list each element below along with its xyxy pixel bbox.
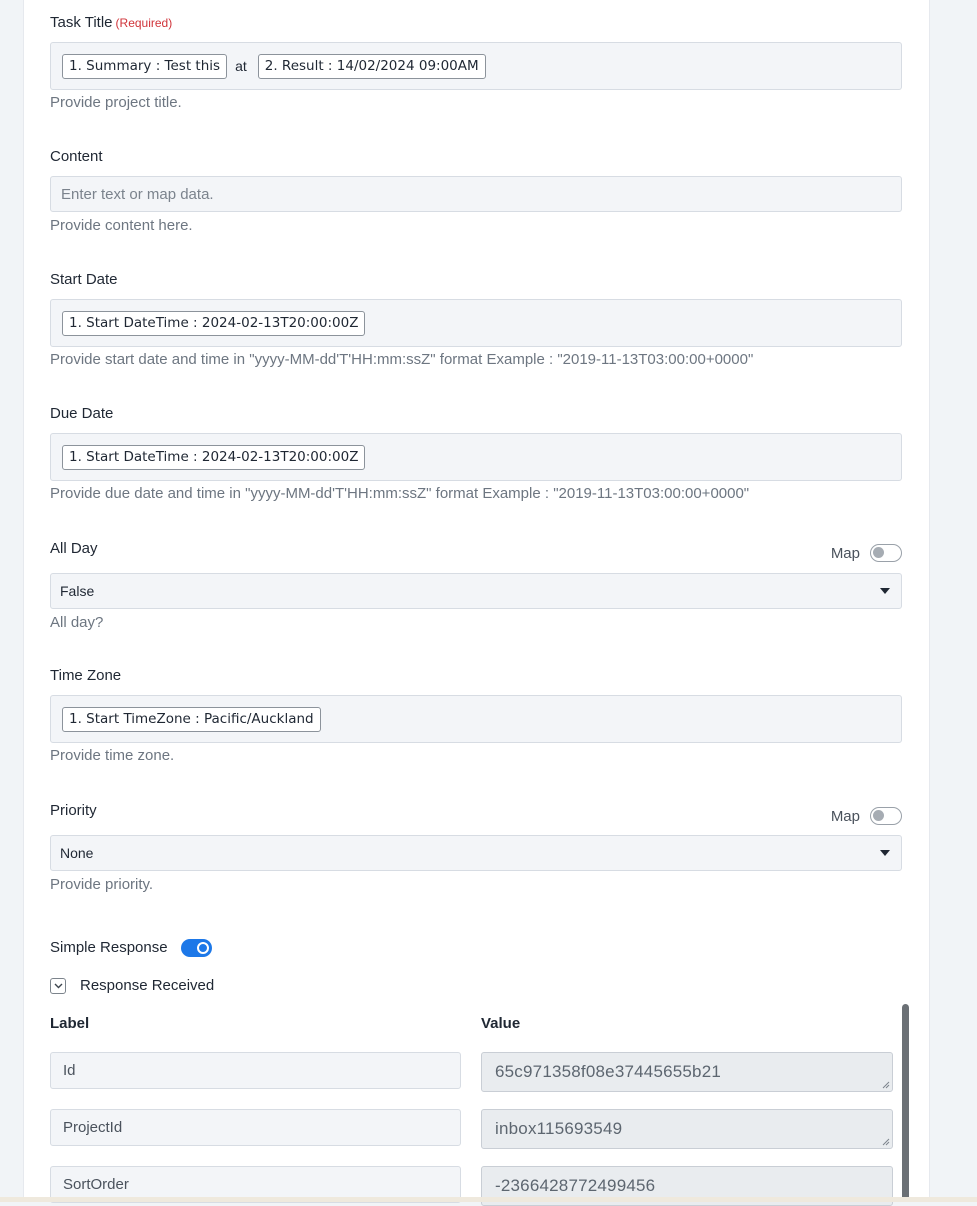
- due-date-label: Due Date: [50, 405, 114, 422]
- start-date-chip[interactable]: 1. Start DateTime : 2024-02-13T20:00:00Z: [62, 310, 366, 336]
- priority-help: Provide priority.: [50, 876, 154, 893]
- content-field: Content Enter text or map data. Provide …: [50, 147, 902, 236]
- response-received-label: Response Received: [80, 977, 215, 994]
- simple-response-label: Simple Response: [50, 939, 168, 956]
- collapse-toggle[interactable]: [50, 978, 66, 994]
- response-row-value[interactable]: inbox115693549: [481, 1109, 893, 1149]
- due-date-field: Due Date 1. Start DateTime : 2024-02-13T…: [50, 404, 902, 504]
- response-row-value[interactable]: 65c971358f08e37445655b21: [481, 1052, 893, 1092]
- all-day-map-label: Map: [830, 544, 860, 562]
- task-title-field: Task Title (Required) 1. Summary : Test t…: [50, 13, 902, 113]
- due-date-help: Provide due date and time in "yyyy-MM-dd…: [50, 485, 750, 502]
- resize-grip-icon: [882, 1081, 890, 1089]
- time-zone-chip[interactable]: 1. Start TimeZone : Pacific/Auckland: [62, 706, 321, 732]
- all-day-selected-value: False: [60, 583, 95, 599]
- time-zone-field: Time Zone 1. Start TimeZone : Pacific/Au…: [50, 666, 902, 766]
- start-date-input[interactable]: 1. Start DateTime : 2024-02-13T20:00:00Z: [50, 299, 902, 347]
- response-received-header: Response Received: [50, 976, 902, 996]
- response-row-label[interactable]: ProjectId: [50, 1109, 461, 1146]
- response-value-text: inbox115693549: [495, 1119, 623, 1138]
- chevron-down-icon: [54, 983, 63, 989]
- response-value-text: -2366428772499456: [495, 1176, 656, 1195]
- response-value-text: 65c971358f08e37445655b21: [495, 1062, 722, 1081]
- priority-selected-value: None: [60, 845, 94, 861]
- priority-select[interactable]: None: [50, 835, 902, 871]
- content-placeholder: Enter text or map data.: [61, 185, 214, 203]
- all-day-map-toggle[interactable]: Map: [831, 544, 902, 562]
- content-label: Content: [50, 148, 103, 165]
- all-day-map-switch[interactable]: [870, 544, 902, 562]
- column-header-value: Value: [481, 1015, 521, 1032]
- bottom-edge: [0, 1197, 977, 1202]
- content-input[interactable]: Enter text or map data.: [50, 176, 902, 212]
- due-date-chip[interactable]: 1. Start DateTime : 2024-02-13T20:00:00Z: [62, 444, 366, 470]
- task-title-label-text: Task Title: [50, 14, 113, 31]
- task-title-help: Provide project title.: [50, 94, 182, 111]
- priority-map-switch[interactable]: [870, 807, 902, 825]
- due-date-input[interactable]: 1. Start DateTime : 2024-02-13T20:00:00Z: [50, 433, 902, 481]
- priority-map-label: Map: [830, 807, 860, 825]
- all-day-label: All Day: [50, 540, 98, 557]
- response-scrollbar[interactable]: [902, 1004, 909, 1202]
- priority-label: Priority: [50, 802, 97, 819]
- chevron-down-icon: [880, 850, 890, 856]
- time-zone-input[interactable]: 1. Start TimeZone : Pacific/Auckland: [50, 695, 902, 743]
- start-date-field: Start Date 1. Start DateTime : 2024-02-1…: [50, 270, 902, 370]
- content-help: Provide content here.: [50, 217, 193, 234]
- required-marker: (Required): [115, 16, 173, 30]
- task-title-at-text: at: [235, 58, 247, 74]
- time-zone-help: Provide time zone.: [50, 747, 175, 764]
- task-title-chip-summary[interactable]: 1. Summary : Test this: [62, 53, 228, 79]
- all-day-select[interactable]: False: [50, 573, 902, 609]
- task-title-chip-result[interactable]: 2. Result : 14/02/2024 09:00AM: [257, 53, 486, 79]
- simple-response-toggle[interactable]: [180, 939, 212, 957]
- response-row-label[interactable]: Id: [50, 1052, 461, 1089]
- priority-map-toggle[interactable]: Map: [831, 807, 902, 825]
- priority-field: Priority Map None Provide priority.: [50, 801, 902, 895]
- all-day-field: All Day Map False All day?: [50, 539, 902, 633]
- form-card: Task Title (Required) 1. Summary : Test t…: [23, 0, 930, 1206]
- start-date-label: Start Date: [50, 271, 118, 288]
- chevron-down-icon: [880, 588, 890, 594]
- task-title-label: Task Title (Required): [50, 13, 902, 33]
- start-date-help: Provide start date and time in "yyyy-MM-…: [50, 351, 754, 368]
- time-zone-label: Time Zone: [50, 667, 122, 684]
- column-header-label: Label: [50, 1015, 90, 1032]
- resize-grip-icon: [882, 1138, 890, 1146]
- task-title-input[interactable]: 1. Summary : Test this at 2. Result : 14…: [50, 42, 902, 90]
- simple-response-row: Simple Response: [50, 937, 902, 959]
- all-day-help: All day?: [50, 614, 104, 631]
